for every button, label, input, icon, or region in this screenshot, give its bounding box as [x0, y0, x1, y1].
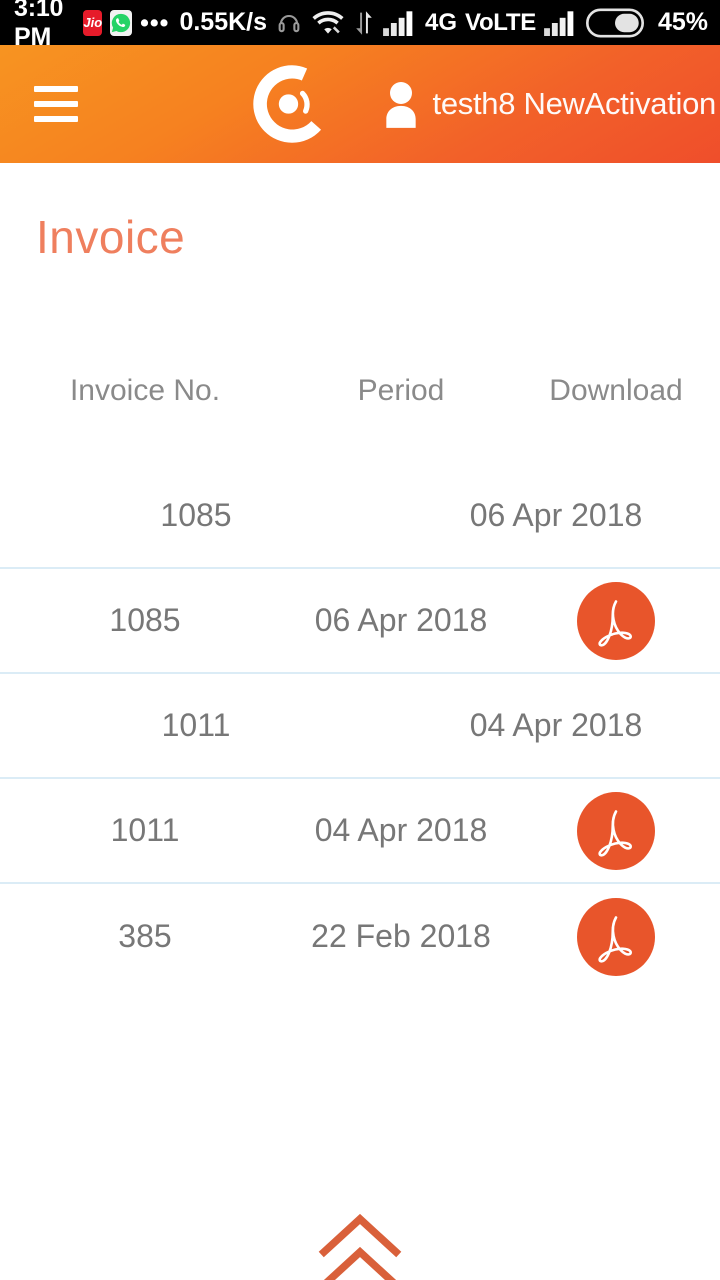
account-name-label: testh8 NewActivation [432, 86, 717, 121]
volte-label: VoLTE [465, 8, 536, 36]
app-screen: 3:10 PM Jio ••• 0.55K/s 4G VoLTE 45% tes… [0, 0, 720, 1280]
status-bar-overflow-icon: ••• [140, 8, 170, 37]
cell-period: 04 Apr 2018 [314, 812, 488, 848]
network-type-label: 4G [425, 8, 458, 36]
cell-invoice-no: 1085 [109, 602, 181, 638]
cell-invoice-no: 385 [118, 918, 172, 954]
double-chevron-up-icon[interactable] [312, 1210, 408, 1280]
table-row[interactable]: 1085 06 Apr 2018 [0, 569, 720, 674]
network-speed-label: 0.55K/s [179, 8, 267, 36]
cell-period: 06 Apr 2018 [469, 497, 643, 533]
hamburger-bar-3 [34, 116, 78, 122]
cell-download [512, 581, 720, 660]
table-header-row: Invoice No. Period Download [0, 360, 720, 422]
cell-period: 06 Apr 2018 [314, 602, 488, 638]
invoice-table: Invoice No. Period Download 1085 06 Apr … [0, 360, 720, 989]
battery-icon [585, 8, 644, 38]
page-title: Invoice [36, 211, 186, 263]
table-row[interactable]: 385 22 Feb 2018 [0, 884, 720, 989]
pdf-download-icon[interactable] [577, 791, 655, 870]
cell-download [512, 897, 720, 976]
cell-invoice-no: 1085 [160, 497, 232, 533]
data-transfer-icon [353, 10, 375, 36]
column-header-period: Period [357, 374, 445, 407]
battery-percent-label: 45% [657, 8, 708, 36]
cell-period: 22 Feb 2018 [311, 918, 491, 954]
hamburger-menu-icon[interactable] [34, 86, 78, 122]
cell-invoice-no: 1011 [161, 707, 231, 743]
table-row[interactable]: 1011 04 Apr 2018 [0, 674, 720, 779]
whatsapp-icon [110, 9, 133, 36]
column-header-invoice-no: Invoice No. [69, 374, 221, 407]
table-row[interactable]: 1085 06 Apr 2018 [0, 464, 720, 569]
pdf-download-icon[interactable] [577, 581, 655, 660]
column-header-download: Download [549, 374, 683, 407]
hamburger-bar-1 [34, 86, 78, 92]
table-body: 1085 06 Apr 2018 1085 06 Apr 2018 1011 0… [0, 464, 720, 989]
app-header: testh8 NewActivation [0, 45, 720, 163]
app-logo-icon[interactable] [248, 60, 336, 148]
table-row[interactable]: 1011 04 Apr 2018 [0, 779, 720, 884]
jio-icon-label: Jio [83, 15, 103, 30]
signal-bars-2-icon [544, 10, 578, 36]
pdf-download-icon[interactable] [577, 897, 655, 976]
account-button[interactable]: testh8 NewActivation [379, 80, 720, 128]
headset-icon [275, 9, 303, 37]
cell-invoice-no: 1011 [110, 812, 180, 848]
hamburger-bar-2 [34, 101, 78, 107]
status-bar: 3:10 PM Jio ••• 0.55K/s 4G VoLTE 45% [0, 0, 720, 51]
status-bar-clock: 3:10 PM [14, 0, 64, 51]
signal-bars-icon [383, 10, 417, 36]
cell-period: 04 Apr 2018 [469, 707, 643, 743]
wifi-icon [311, 9, 345, 37]
user-avatar-icon [379, 80, 423, 128]
jio-icon: Jio [83, 9, 103, 36]
cell-download [512, 791, 720, 870]
